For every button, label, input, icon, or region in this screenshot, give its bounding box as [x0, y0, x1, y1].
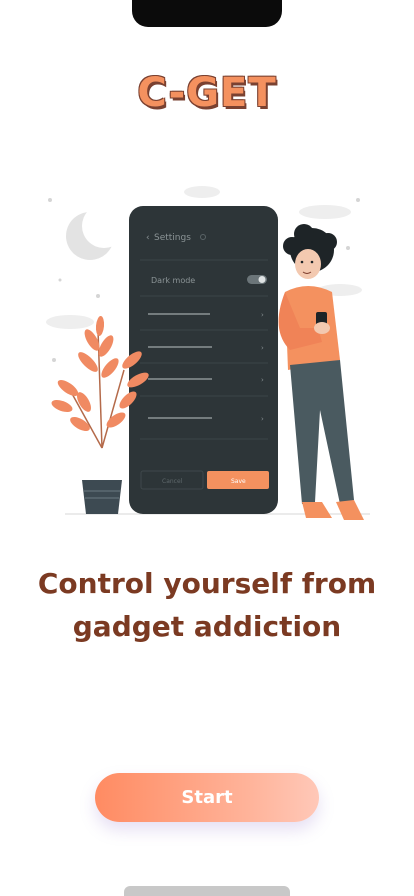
home-indicator	[124, 886, 290, 896]
settings-title: Settings	[154, 233, 191, 243]
start-button[interactable]: Start	[95, 773, 319, 822]
phone-mockup	[129, 206, 278, 514]
headline: Control yourself from gadget addiction	[20, 562, 394, 648]
svg-text:›: ›	[261, 344, 264, 352]
app-logo: C-GET	[137, 70, 277, 116]
woman-figure	[278, 224, 364, 520]
svg-text:Save: Save	[231, 478, 246, 485]
svg-text:‹: ‹	[146, 233, 150, 243]
device-notch	[132, 0, 282, 27]
svg-text:›: ›	[261, 415, 264, 423]
onboarding-illustration: Settings ‹ Dark mode › › › › Cancel Save	[46, 186, 370, 520]
cloud-icon	[184, 186, 220, 198]
headline-line-1: Control yourself from	[37, 567, 377, 600]
svg-text:›: ›	[261, 376, 264, 384]
svg-text:›: ›	[261, 311, 264, 319]
dark-mode-label: Dark mode	[151, 276, 195, 285]
svg-text:Cancel: Cancel	[162, 478, 183, 485]
headline-line-2: gadget addiction	[72, 610, 342, 643]
